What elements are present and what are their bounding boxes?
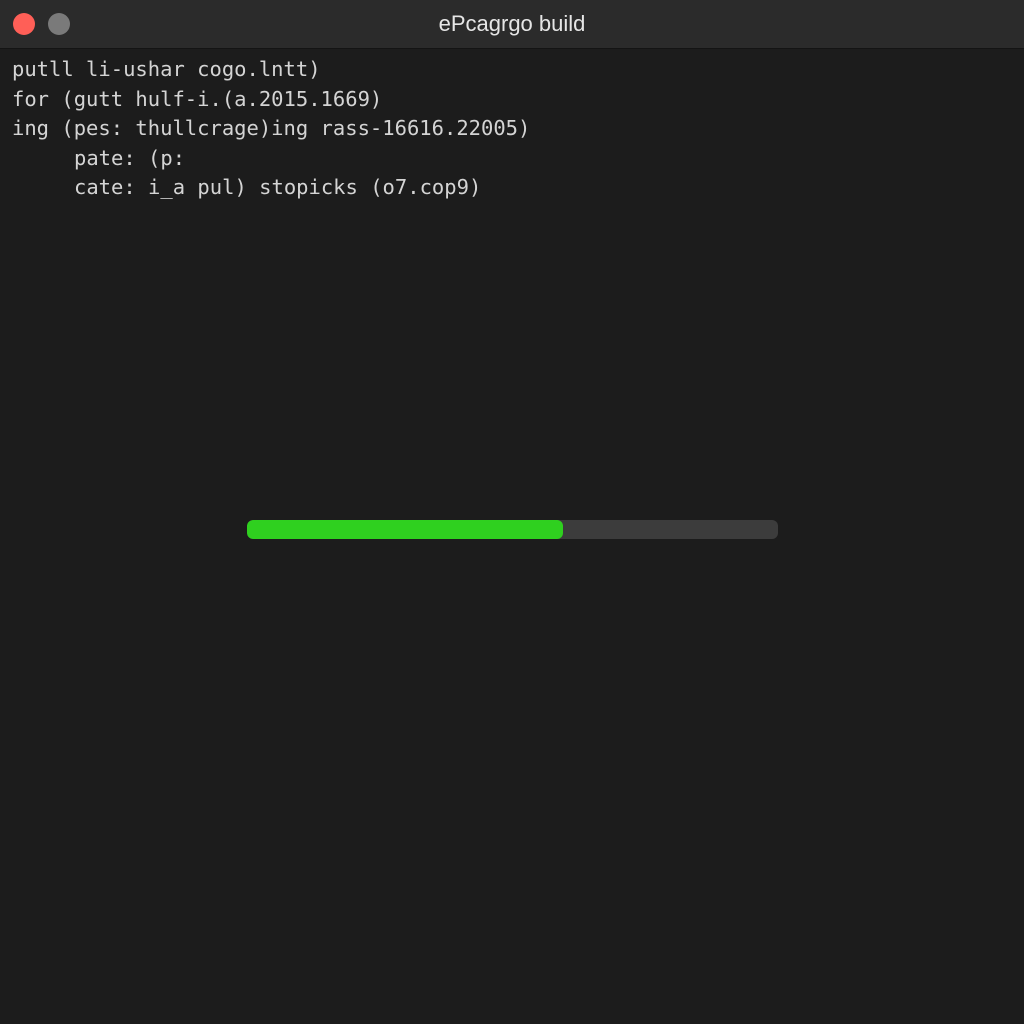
terminal-output[interactable]: putll li-ushar cogo.lntt) for (gutt hulf… <box>12 55 1012 203</box>
terminal-window: ePcagrgo build putll li-ushar cogo.lntt)… <box>0 0 1024 1024</box>
terminal-line: for (gutt hulf-i.(a.2015.1669) <box>12 86 383 111</box>
terminal-line: ing (pes: thullcrage)ing rass-16616.2200… <box>12 116 531 140</box>
title-bar[interactable]: ePcagrgo build <box>0 0 1024 49</box>
terminal-line: cate: i_a pul) stopicks (o7.cop9) <box>74 175 482 199</box>
window-title: ePcagrgo build <box>438 11 586 36</box>
progress-bar <box>247 520 778 539</box>
terminal-line: putll li-ushar cogo.lntt) <box>12 57 321 81</box>
terminal-line: pate: (p: <box>74 145 186 170</box>
progress-bar-fill <box>247 520 563 539</box>
